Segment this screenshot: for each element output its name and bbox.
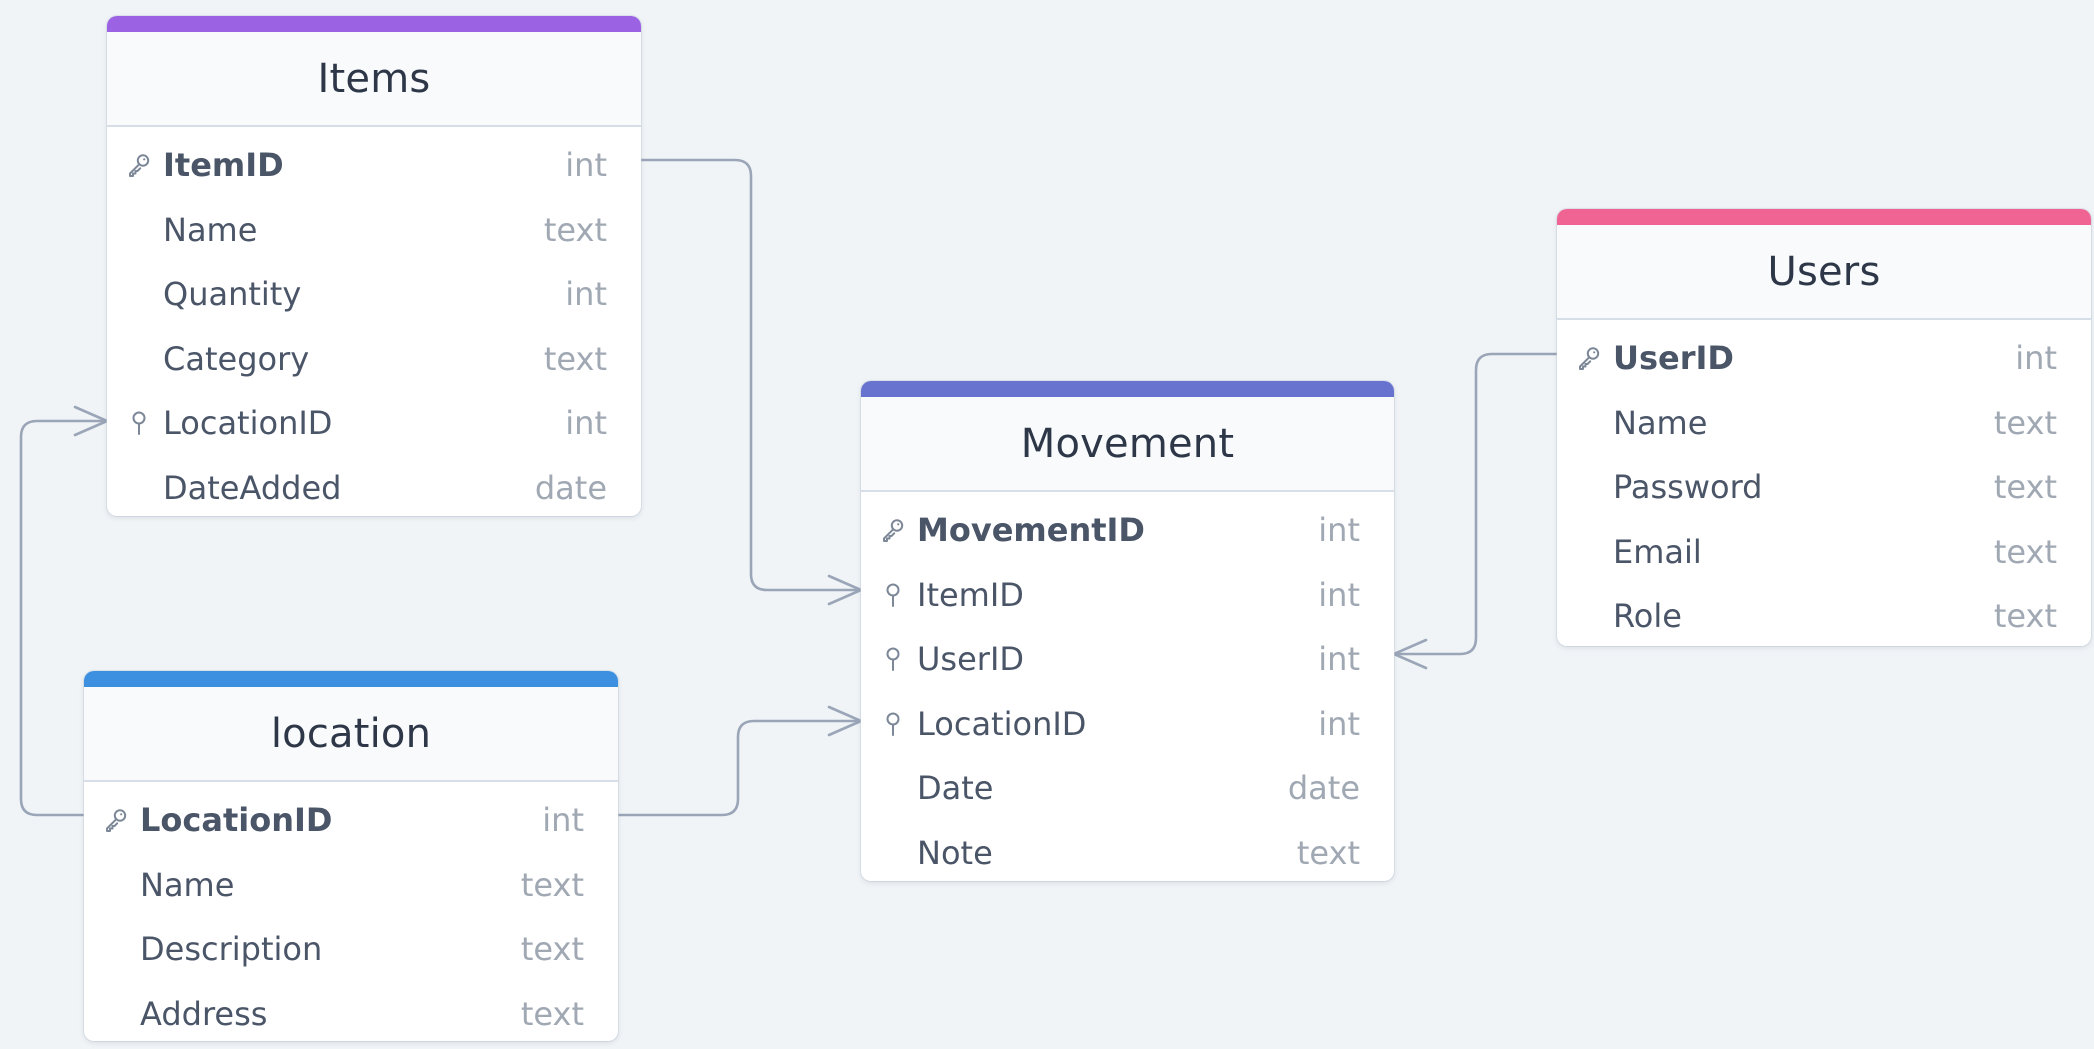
field-row[interactable]: MovementID int	[861, 498, 1394, 563]
key-icon	[879, 516, 907, 544]
key-icon	[102, 806, 130, 834]
field-type: text	[543, 210, 607, 249]
field-name: Name	[1613, 403, 1708, 442]
field-type: date	[534, 468, 607, 507]
field-name: Role	[1613, 597, 1682, 636]
field-row[interactable]: LocationID int	[84, 788, 618, 853]
field-name: Note	[917, 833, 993, 872]
field-name: LocationID	[163, 404, 333, 443]
field-name: Description	[140, 930, 323, 969]
table-title: Movement	[1020, 420, 1235, 467]
field-row[interactable]: Name text	[107, 198, 641, 263]
table-header[interactable]: location	[84, 687, 618, 782]
field-type: text	[1993, 403, 2057, 442]
field-row[interactable]: LocationID int	[107, 391, 641, 456]
field-type: text	[1296, 833, 1360, 872]
field-name: DateAdded	[163, 468, 342, 507]
field-name: MovementID	[917, 511, 1145, 550]
table-color-bar	[107, 16, 641, 32]
field-type: text	[520, 930, 584, 969]
table-header[interactable]: Movement	[861, 397, 1394, 492]
table-title: Users	[1767, 248, 1881, 295]
field-row[interactable]: Date date	[861, 756, 1394, 821]
field-type: text	[1993, 597, 2057, 636]
field-row[interactable]: Description text	[84, 917, 618, 982]
table-location[interactable]: location LocationID int Name text Description…	[84, 671, 618, 1041]
field-name: Date	[917, 769, 994, 808]
field-row[interactable]: LocationID int	[861, 692, 1394, 757]
field-type: int	[565, 404, 607, 443]
field-row[interactable]: Quantity int	[107, 262, 641, 327]
field-type: int	[565, 146, 607, 185]
field-name: Category	[163, 339, 310, 378]
field-type: text	[1993, 532, 2057, 571]
field-row[interactable]: Password text	[1557, 455, 2091, 520]
table-header[interactable]: Items	[107, 32, 641, 127]
field-type: int	[1318, 704, 1360, 743]
table-fields: MovementID int ItemID int UserID int LocationI…	[861, 492, 1394, 881]
field-name: Password	[1613, 468, 1763, 507]
foreign-key-icon	[879, 645, 907, 673]
field-row[interactable]: Email text	[1557, 520, 2091, 585]
crows-foot-movement-locationid	[827, 705, 863, 737]
field-row[interactable]: DateAdded date	[107, 456, 641, 517]
table-color-bar	[861, 381, 1394, 397]
field-name: Name	[140, 865, 235, 904]
table-movement[interactable]: Movement MovementID int ItemID int UserID int L…	[861, 381, 1394, 881]
field-name: ItemID	[163, 146, 284, 185]
field-type: text	[543, 339, 607, 378]
diagram-canvas[interactable]: Items ItemID int Name text Quantity int Categor…	[0, 0, 2094, 1049]
field-type: int	[542, 801, 584, 840]
field-type: int	[1318, 511, 1360, 550]
table-header[interactable]: Users	[1557, 225, 2091, 320]
field-row[interactable]: ItemID int	[107, 133, 641, 198]
field-type: int	[2015, 339, 2057, 378]
field-row[interactable]: Address text	[84, 982, 618, 1042]
field-name: Email	[1613, 532, 1702, 571]
field-row[interactable]: Category text	[107, 327, 641, 392]
field-type: int	[565, 275, 607, 314]
key-icon	[125, 151, 153, 179]
field-name: UserID	[917, 640, 1025, 679]
field-row[interactable]: Name text	[84, 853, 618, 918]
field-type: int	[1318, 640, 1360, 679]
table-color-bar	[84, 671, 618, 687]
key-icon	[1575, 344, 1603, 372]
field-type: text	[520, 994, 584, 1033]
field-name: LocationID	[140, 801, 333, 840]
field-name: LocationID	[917, 704, 1087, 743]
field-type: date	[1287, 769, 1360, 808]
table-title: Items	[317, 55, 431, 102]
field-name: Name	[163, 210, 258, 249]
field-row[interactable]: UserID int	[1557, 326, 2091, 391]
field-type: text	[520, 865, 584, 904]
relationship-users-movement-line[interactable]	[1392, 352, 1559, 656]
field-name: Quantity	[163, 275, 302, 314]
crows-foot-items-locationid	[73, 405, 109, 437]
foreign-key-icon	[879, 710, 907, 738]
field-name: Address	[140, 994, 268, 1033]
relationship-items-movement-line[interactable]	[639, 158, 863, 592]
field-row[interactable]: Role text	[1557, 584, 2091, 646]
table-fields: UserID int Name text Password text Email text Ro…	[1557, 320, 2091, 646]
field-name: UserID	[1613, 339, 1734, 378]
foreign-key-icon	[125, 409, 153, 437]
field-name: ItemID	[917, 575, 1024, 614]
field-type: int	[1318, 575, 1360, 614]
relationship-location-movement-line[interactable]	[617, 719, 863, 817]
foreign-key-icon	[879, 581, 907, 609]
crows-foot-movement-userid	[1392, 638, 1428, 670]
table-items[interactable]: Items ItemID int Name text Quantity int Categor…	[107, 16, 641, 516]
table-title: location	[270, 710, 432, 757]
table-color-bar	[1557, 209, 2091, 225]
field-row[interactable]: UserID int	[861, 627, 1394, 692]
table-fields: ItemID int Name text Quantity int Category text…	[107, 127, 641, 516]
table-users[interactable]: Users UserID int Name text Password text Email t…	[1557, 209, 2091, 646]
table-fields: LocationID int Name text Description text Addr…	[84, 782, 618, 1041]
crows-foot-movement-itemid	[827, 574, 863, 606]
field-row[interactable]: Note text	[861, 821, 1394, 882]
field-row[interactable]: ItemID int	[861, 563, 1394, 628]
field-row[interactable]: Name text	[1557, 391, 2091, 456]
field-type: text	[1993, 468, 2057, 507]
